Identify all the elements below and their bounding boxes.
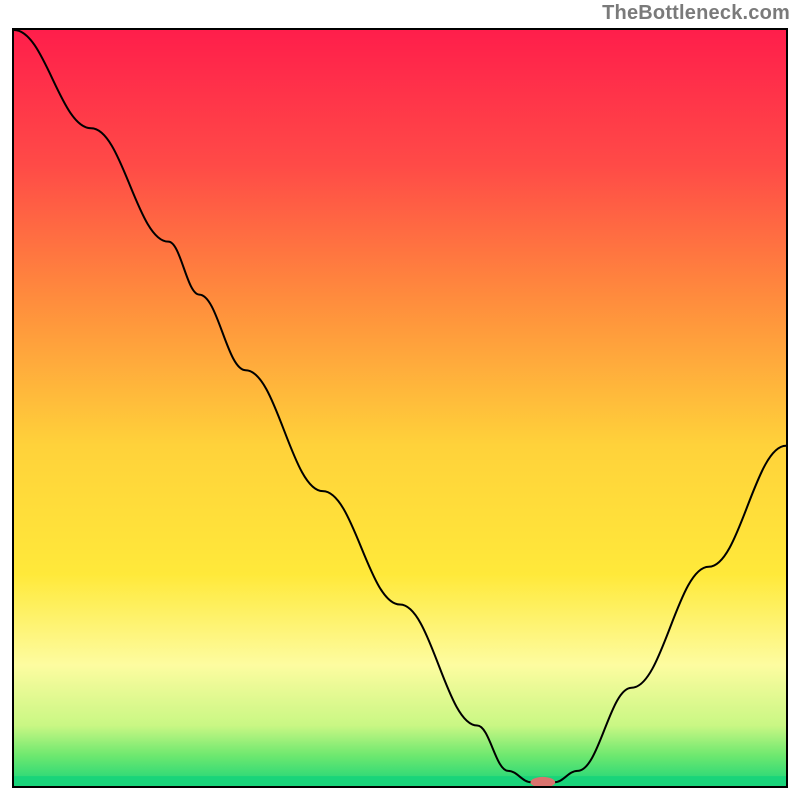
chart-svg bbox=[14, 30, 786, 786]
attribution-label: TheBottleneck.com bbox=[602, 2, 790, 25]
baseline-strip bbox=[14, 776, 786, 786]
bottleneck-curve bbox=[14, 30, 786, 782]
chart-plot-area bbox=[12, 28, 788, 788]
